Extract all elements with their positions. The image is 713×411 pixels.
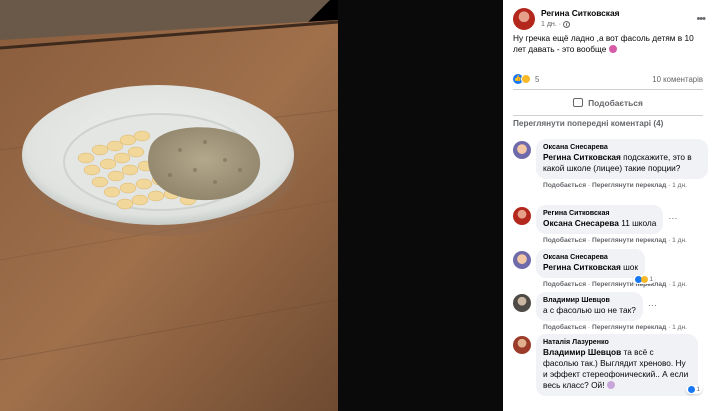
comment-time[interactable]: 1 дн. — [672, 182, 687, 189]
wow-reaction-icon — [641, 276, 649, 283]
thumbs-up-icon — [573, 98, 584, 107]
comment-bubble: Владимир Шевцов а с фасолью шо не так? ·… — [536, 292, 657, 321]
comment-actions: Подобається · Переглянути переклад · 1 д… — [543, 237, 687, 244]
comment-mention[interactable]: Регина Ситковская — [543, 152, 621, 162]
comment-text: 11 школа — [621, 218, 657, 228]
post-text: Ну гречка ещё ладно ,а вот фасоль детям … — [503, 31, 713, 69]
meta-dot: · — [558, 21, 562, 28]
commenter-avatar[interactable] — [513, 294, 531, 312]
comment-reaction-count: 1 — [696, 386, 700, 393]
wow-reaction-icon[interactable] — [521, 74, 531, 84]
comment-time[interactable]: 1 дн. — [672, 281, 687, 288]
comment-mention[interactable]: Оксана Снесарева — [543, 218, 619, 228]
comment-bubble: Оксана Снесарева Регина Ситковская шок 1 — [536, 249, 656, 284]
comment-bubble: Оксана Снесарева Регина Ситковская подск… — [536, 139, 708, 179]
more-options-icon[interactable]: ••• — [696, 13, 706, 25]
comment-author[interactable]: Оксана Снесарева — [543, 143, 701, 152]
reactions-row: 👍 5 10 коментарів — [503, 69, 713, 89]
comment-item: Оксана Снесарева Регина Ситковская подск… — [503, 139, 713, 189]
comment-time[interactable]: 1 дн. — [672, 237, 687, 244]
comment-text: а с фасолью шо не так? — [543, 305, 636, 315]
commenter-avatar[interactable] — [513, 336, 531, 354]
comment-translate-link[interactable]: Переглянути переклад — [592, 281, 666, 288]
comment-bubble: Регина Ситковская Оксана Снесарева 11 шк… — [536, 205, 677, 234]
author-avatar[interactable] — [513, 8, 535, 30]
post-panel: Регина Ситковская 1 дн. · ••• Ну гречка … — [503, 0, 713, 411]
comment-bubble: Наталія Лазуренко Владимир Шевцов та всё… — [536, 334, 702, 396]
comment-author[interactable]: Наталія Лазуренко — [543, 338, 691, 347]
post-photo[interactable] — [0, 0, 503, 411]
post-header: Регина Ситковская 1 дн. · ••• — [503, 0, 713, 31]
comment-more-icon[interactable]: ··· — [648, 300, 657, 310]
comment-actions: Подобається · Переглянути переклад · 1 д… — [543, 182, 687, 189]
comment-translate-link[interactable]: Переглянути переклад — [592, 182, 666, 189]
comment-time[interactable]: 1 дн. — [672, 324, 687, 331]
comment-like-link[interactable]: Подобається — [543, 182, 586, 189]
comment-actions: Подобається · Переглянути переклад · 1 д… — [543, 324, 687, 331]
comment-like-link[interactable]: Подобається — [543, 237, 586, 244]
globe-icon — [563, 21, 571, 28]
woman-shrugging-emoji-icon — [606, 381, 615, 389]
comment-item: Оксана Снесарева Регина Ситковская шок 1… — [503, 249, 713, 288]
photo-image — [0, 0, 503, 411]
comment-reaction-count: 1 — [649, 276, 654, 283]
comment-item: Владимир Шевцов а с фасолью шо не так? ·… — [503, 292, 713, 331]
comment-mention[interactable]: Регина Ситковская — [543, 262, 621, 272]
reactions-count[interactable]: 5 — [535, 75, 539, 84]
commenter-avatar[interactable] — [513, 207, 531, 225]
like-button-label: Подобається — [588, 97, 643, 108]
post-time[interactable]: 1 дн. — [541, 19, 557, 30]
comment-author[interactable]: Оксана Снесарева — [543, 253, 638, 262]
commenter-avatar[interactable] — [513, 141, 531, 159]
comment-like-link[interactable]: Подобається — [543, 324, 586, 331]
post-text-content: Ну гречка ещё ладно ,а вот фасоль детям … — [513, 33, 694, 54]
comment-item: Наталія Лазуренко Владимир Шевцов та всё… — [503, 334, 713, 396]
comment-translate-link[interactable]: Переглянути переклад — [592, 324, 666, 331]
comment-reactions[interactable]: 1 — [686, 385, 702, 394]
like-reaction-icon — [688, 386, 696, 393]
commenter-avatar[interactable] — [513, 251, 531, 269]
comment-mention[interactable]: Владимир Шевцов — [543, 347, 621, 357]
scream-emoji-icon — [608, 45, 617, 53]
comment-item: Регина Ситковская Оксана Снесарева 11 шк… — [503, 205, 713, 244]
comment-author[interactable]: Владимир Шевцов — [543, 296, 636, 305]
comment-reactions[interactable]: 1 — [633, 275, 656, 284]
like-button[interactable]: Подобається — [503, 90, 713, 115]
comment-text: шок — [623, 262, 639, 272]
post-author-name[interactable]: Регина Ситковская — [541, 8, 696, 19]
comment-author[interactable]: Регина Ситковская — [543, 209, 656, 218]
comment-translate-link[interactable]: Переглянути переклад — [592, 237, 666, 244]
comment-more-icon[interactable]: ··· — [668, 213, 677, 223]
comment-like-link[interactable]: Подобається — [543, 281, 586, 288]
comment-actions: Подобається · Переглянути переклад · 1 д… — [543, 281, 687, 288]
view-previous-comments-link[interactable]: Переглянути попередні коментарі (4) — [503, 116, 713, 133]
comments-count[interactable]: 10 коментарів — [652, 75, 703, 84]
